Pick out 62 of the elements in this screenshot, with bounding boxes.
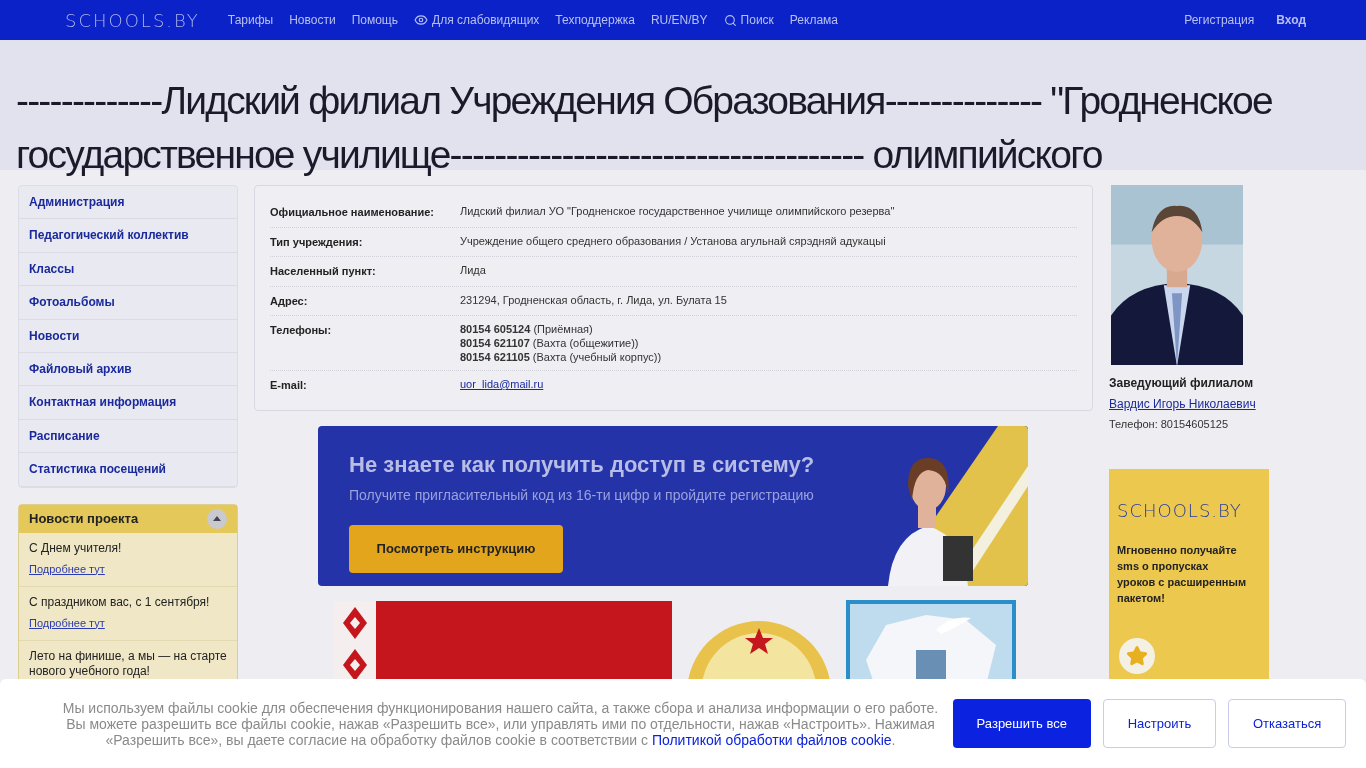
sidebar-item[interactable]: Статистика посещений — [19, 453, 237, 487]
eye-icon — [414, 13, 428, 27]
news-link[interactable]: Подробнее тут — [29, 616, 105, 629]
site-logo[interactable]: SCHOOLS.BY — [65, 6, 200, 34]
star-icon — [1126, 644, 1148, 667]
director-role: Заведующий филиалом — [1109, 375, 1255, 392]
search-icon — [723, 13, 737, 27]
field-label: Населенный пункт: — [270, 264, 377, 279]
page-title: -------------Лидский филиал Учреждения Образования-------------- "Гродненское — [16, 78, 1273, 124]
nav-link[interactable]: Регистрация — [1184, 11, 1255, 29]
field-label: Телефоны: — [270, 323, 333, 338]
page-title: государственное училище------------------------------------- олимпийского — [16, 132, 1103, 178]
field-value: Лида — [460, 263, 486, 277]
nav-link[interactable]: Помощь — [351, 11, 398, 29]
panel-title: Новости проекта — [29, 509, 139, 528]
field-label: Официальное наименование: — [270, 205, 435, 220]
nav-link[interactable]: RU/EN/BY — [650, 11, 708, 29]
sidebar-item[interactable]: Классы — [19, 252, 237, 287]
field-label: Тип учреждения: — [270, 234, 364, 250]
collapse-button[interactable] — [207, 508, 227, 529]
field-label: Адрес: — [270, 293, 309, 309]
field-value: 80154 621107 (Вахта (общежитие)) — [460, 336, 640, 350]
sidebar-item[interactable]: Фотоальбомы — [19, 286, 237, 320]
instruction-button[interactable]: Посмотреть инструкцию — [349, 524, 563, 573]
ad-logo: SCHOOLS.BY — [1117, 498, 1243, 523]
sidebar-item[interactable]: Файловый архив — [19, 352, 237, 387]
nav-link[interactable]: Вход — [1276, 11, 1306, 29]
sidebar-item[interactable]: Новости — [19, 319, 237, 353]
promo-banner[interactable]: Не знаете как получить доступ в систему? Получите пригласительный код из 16-ти цифр и пройдите регистрацию Посмотреть инструкцию — [318, 425, 1028, 586]
director-phone: Телефон: 80154605125 — [1109, 417, 1230, 432]
sidebar-item[interactable]: Администрация — [19, 186, 237, 220]
promo-subtitle: Получите пригласительный код из 16-ти цифр и пройдите регистрацию — [349, 485, 815, 505]
director-name-link[interactable]: Вардис Игорь Николаевич — [1109, 395, 1269, 413]
field-value: 231294, Гродненская область, г. Лида, ул. Булата 15 — [460, 292, 727, 307]
field-label: E-mail: — [270, 378, 308, 393]
field-value: 80154 605124 (Приёмная) — [460, 322, 594, 336]
field-value: Лидский филиал УО "Гродненское государственное училище олимпийского резерва" — [460, 204, 895, 218]
cookie-notice: Мы используем файлы cookie для обеспечения функционирования нашего сайта, а также сбора и анализа информации о его работе. Вы можете разрешить все файлы cookie, нажав «Разрешить все», или управлять ими по отдельности, нажав «Настроить». Нажимая «Разрешить все», вы даете согласие на обработку файлов cookie в соответствии с Политикой обработки файлов cookie. — [61, 699, 940, 748]
nav-link[interactable]: Для слабовидящих — [414, 11, 540, 29]
caret-icon — [213, 516, 221, 521]
field-value: Учреждение общего среднего образования / Установа агульнай сярэдняй адукацыі — [460, 233, 886, 248]
nav-link[interactable]: Реклама — [789, 11, 838, 29]
field-value: 80154 621105 (Вахта (учебный корпус)) — [460, 350, 662, 364]
sidebar-item[interactable]: Контактная информация — [19, 386, 237, 420]
ad-banner[interactable]: SCHOOLS.BY Мгновенно получайте sms о пропусках уроков с расширенным пакетом! — [1109, 468, 1269, 681]
promo-title: Не знаете как получить доступ в систему? — [349, 450, 816, 479]
sidebar-item[interactable]: Педагогический коллектив — [19, 219, 237, 253]
news-title: Лето на финише, а мы — на старте нового учебного года! — [29, 648, 227, 679]
ad-text: Мгновенно получайте sms о пропусках уроков с расширенным пакетом! — [1117, 542, 1247, 606]
nav-link[interactable]: Тарифы — [227, 11, 274, 29]
cookie-policy-link[interactable]: Политикой обработки файлов cookie — [651, 731, 892, 748]
cookie-button[interactable]: Настроить — [1102, 699, 1217, 748]
email-link[interactable]: uor_lida@mail.ru — [460, 377, 544, 391]
news-title: С Днем учителя! — [29, 540, 123, 556]
cookie-button[interactable]: Разрешить все — [952, 699, 1091, 748]
news-link[interactable]: Подробнее тут — [29, 562, 105, 575]
cookie-button[interactable]: Отказаться — [1228, 699, 1346, 748]
nav-link[interactable]: Поиск — [723, 11, 774, 29]
nav-link[interactable]: Техподдержка — [555, 11, 635, 29]
sidebar-item[interactable]: Расписание — [19, 419, 237, 454]
news-title: С праздником вас, с 1 сентября! — [29, 594, 211, 610]
nav-link[interactable]: Новости — [289, 11, 336, 29]
